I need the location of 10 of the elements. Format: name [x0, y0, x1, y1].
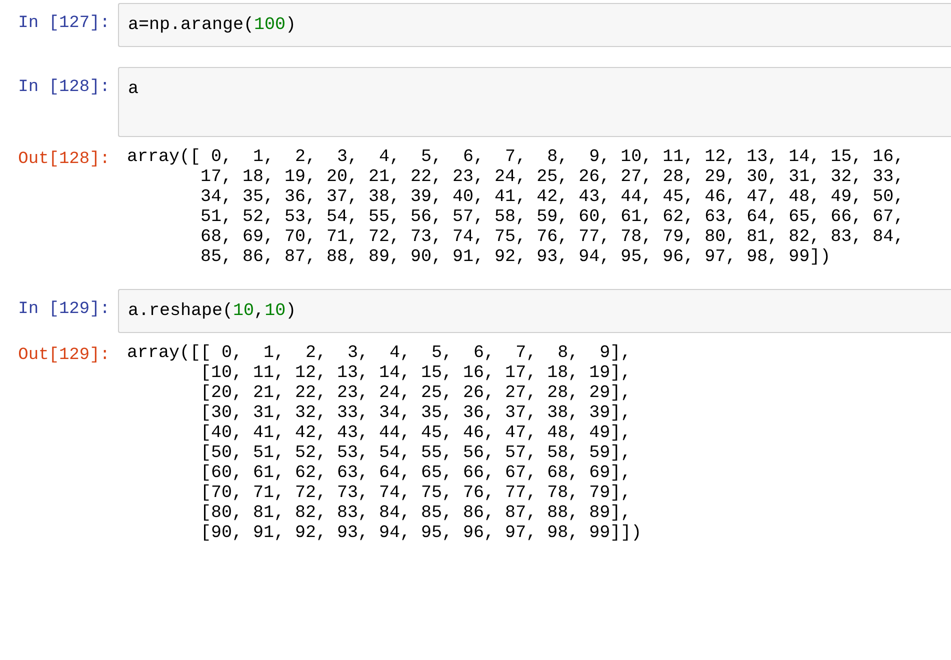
output-prompt: Out[129]:: [17, 345, 111, 367]
code-input[interactable]: a.reshape(10,10): [118, 289, 951, 333]
code-input[interactable]: a: [118, 67, 951, 137]
code-input[interactable]: a=np.arange(100): [118, 3, 951, 47]
output-text: array([ 0, 1, 2, 3, 4, 5, 6, 7, 8, 9, 10, 11, 12, 13, 14, 15, 16, 17, 18, 19, 20, 21, 22, 23, 24, 25, 26, 27, 28, 29, 30, 31, 32, 33, 34, 35, 36, 37, 38, 39, 40, 41, 42, 43, 44, 45, 46, 47, 48, 49, 50, 51, 52, 53, 54, 55, 56, 57, 58, 59, 60, 61, 62, 63, 64, 65, 66, 67, 68, 69, 70, 71, 72, 73, 74, 75, 76, 77, 78, 79, 80, 81, 82, 83, 84, 85, 86, 87, 88, 89, 90, 91, 92, 93, 94, 95, 96, 97, 98, 99]): [126, 146, 906, 269]
input-prompt: In [127]:: [17, 13, 111, 35]
output-text: array([[ 0, 1, 2, 3, 4, 5, 6, 7, 8, 9], [10, 11, 12, 13, 14, 15, 16, 17, 18, 19], [20, 21, 22, 23, 24, 25, 26, 27, 28, 29], [30, 31, 32, 33, 34, 35, 36, 37, 38, 39], [40, 41, 42, 43, 44, 45, 46, 47, 48, 49], [50, 51, 52, 53, 54, 55, 56, 57, 58, 59], [60, 61, 62, 63, 64, 65, 66, 67, 68, 69], [70, 71, 72, 73, 74, 75, 76, 77, 78, 79], [80, 81, 82, 83, 84, 85, 86, 87, 88, 89], [90, 91, 92, 93, 94, 95, 96, 97, 98, 99]]): [126, 342, 643, 545]
input-prompt: In [128]:: [17, 77, 111, 99]
input-prompt: In [129]:: [17, 299, 111, 321]
output-prompt: Out[128]:: [17, 149, 111, 171]
